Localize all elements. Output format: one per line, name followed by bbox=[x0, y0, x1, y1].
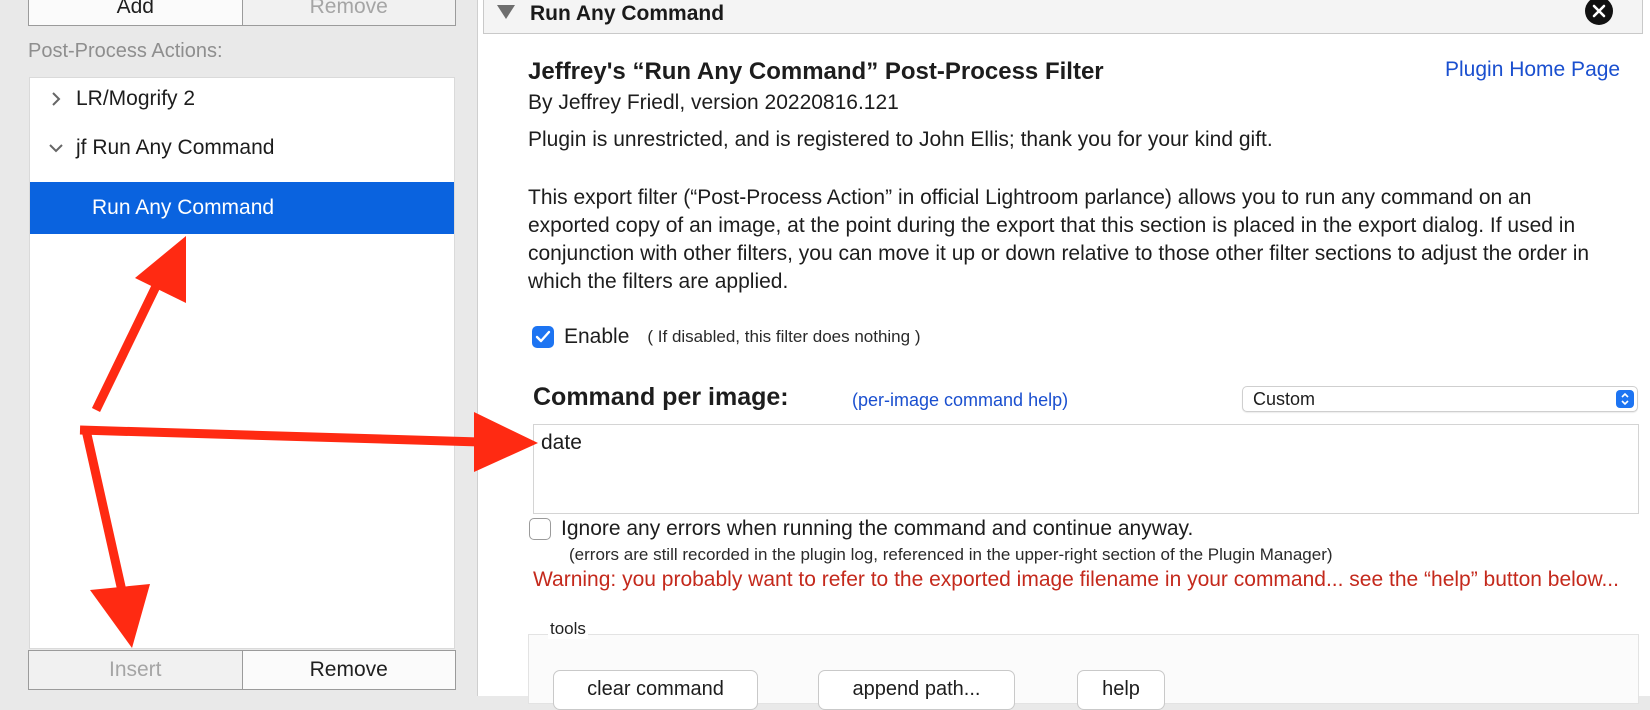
chevron-down-icon[interactable] bbox=[46, 142, 66, 154]
ignore-errors-row: Ignore any errors when running the comma… bbox=[529, 517, 1193, 541]
ignore-errors-label[interactable]: Ignore any errors when running the comma… bbox=[561, 517, 1193, 541]
enable-note: ( If disabled, this filter does nothing … bbox=[647, 327, 921, 346]
plugin-byline: By Jeffrey Friedl, version 20220816.121 bbox=[528, 91, 899, 114]
enable-checkbox[interactable] bbox=[532, 326, 554, 348]
tree-item-lr-mogrify[interactable]: LR/Mogrify 2 bbox=[30, 73, 454, 125]
registration-status: Plugin is unrestricted, and is registere… bbox=[528, 128, 1273, 151]
tree-item-run-any-command[interactable]: Run Any Command bbox=[30, 182, 454, 234]
chevron-right-icon[interactable] bbox=[46, 91, 66, 107]
add-button[interactable]: Add bbox=[28, 0, 243, 26]
remove-button-top[interactable]: Remove bbox=[242, 0, 456, 26]
enable-row: Enable ( If disabled, this filter does n… bbox=[532, 325, 920, 349]
remove-button[interactable]: Remove bbox=[242, 650, 456, 690]
command-per-image-label: Command per image: bbox=[533, 383, 789, 411]
append-path-button[interactable]: append path... bbox=[818, 670, 1015, 710]
top-button-row: Add Remove bbox=[28, 0, 456, 26]
bottom-button-row: Insert Remove bbox=[28, 650, 456, 690]
enable-label[interactable]: Enable bbox=[564, 325, 629, 349]
tools-label: tools bbox=[548, 619, 588, 639]
tree-item-label: LR/Mogrify 2 bbox=[76, 87, 196, 110]
select-stepper-icon bbox=[1616, 390, 1634, 408]
command-preset-select[interactable]: Custom bbox=[1242, 386, 1638, 412]
ignore-errors-note: (errors are still recorded in the plugin… bbox=[569, 545, 1333, 564]
plugin-title: Jeffrey's “Run Any Command” Post-Process… bbox=[528, 58, 1104, 85]
clear-command-button[interactable]: clear command bbox=[553, 670, 758, 710]
plugin-home-page-link[interactable]: Plugin Home Page bbox=[1445, 58, 1620, 82]
post-process-actions-label: Post-Process Actions: bbox=[28, 40, 223, 62]
help-button[interactable]: help bbox=[1077, 670, 1165, 710]
command-preset-value: Custom bbox=[1253, 388, 1316, 409]
tree-item-jf-run-any-command[interactable]: jf Run Any Command bbox=[30, 122, 454, 174]
ignore-errors-checkbox[interactable] bbox=[529, 518, 551, 540]
disclosure-triangle-icon[interactable] bbox=[496, 4, 516, 25]
section-header[interactable]: Run Any Command bbox=[483, 0, 1643, 34]
per-image-command-help-link[interactable]: (per-image command help) bbox=[852, 390, 1068, 411]
plugin-description: This export filter (“Post-Process Action… bbox=[528, 186, 1590, 293]
filename-warning: Warning: you probably want to refer to t… bbox=[533, 568, 1619, 591]
command-textarea[interactable]: date bbox=[533, 424, 1639, 514]
tree-item-label: jf Run Any Command bbox=[76, 136, 275, 159]
post-process-actions-tree: LR/Mogrify 2 jf Run Any Command Run Any … bbox=[29, 77, 455, 649]
tree-item-label: Run Any Command bbox=[92, 196, 275, 219]
section-title: Run Any Command bbox=[530, 2, 725, 25]
insert-button[interactable]: Insert bbox=[28, 650, 243, 690]
